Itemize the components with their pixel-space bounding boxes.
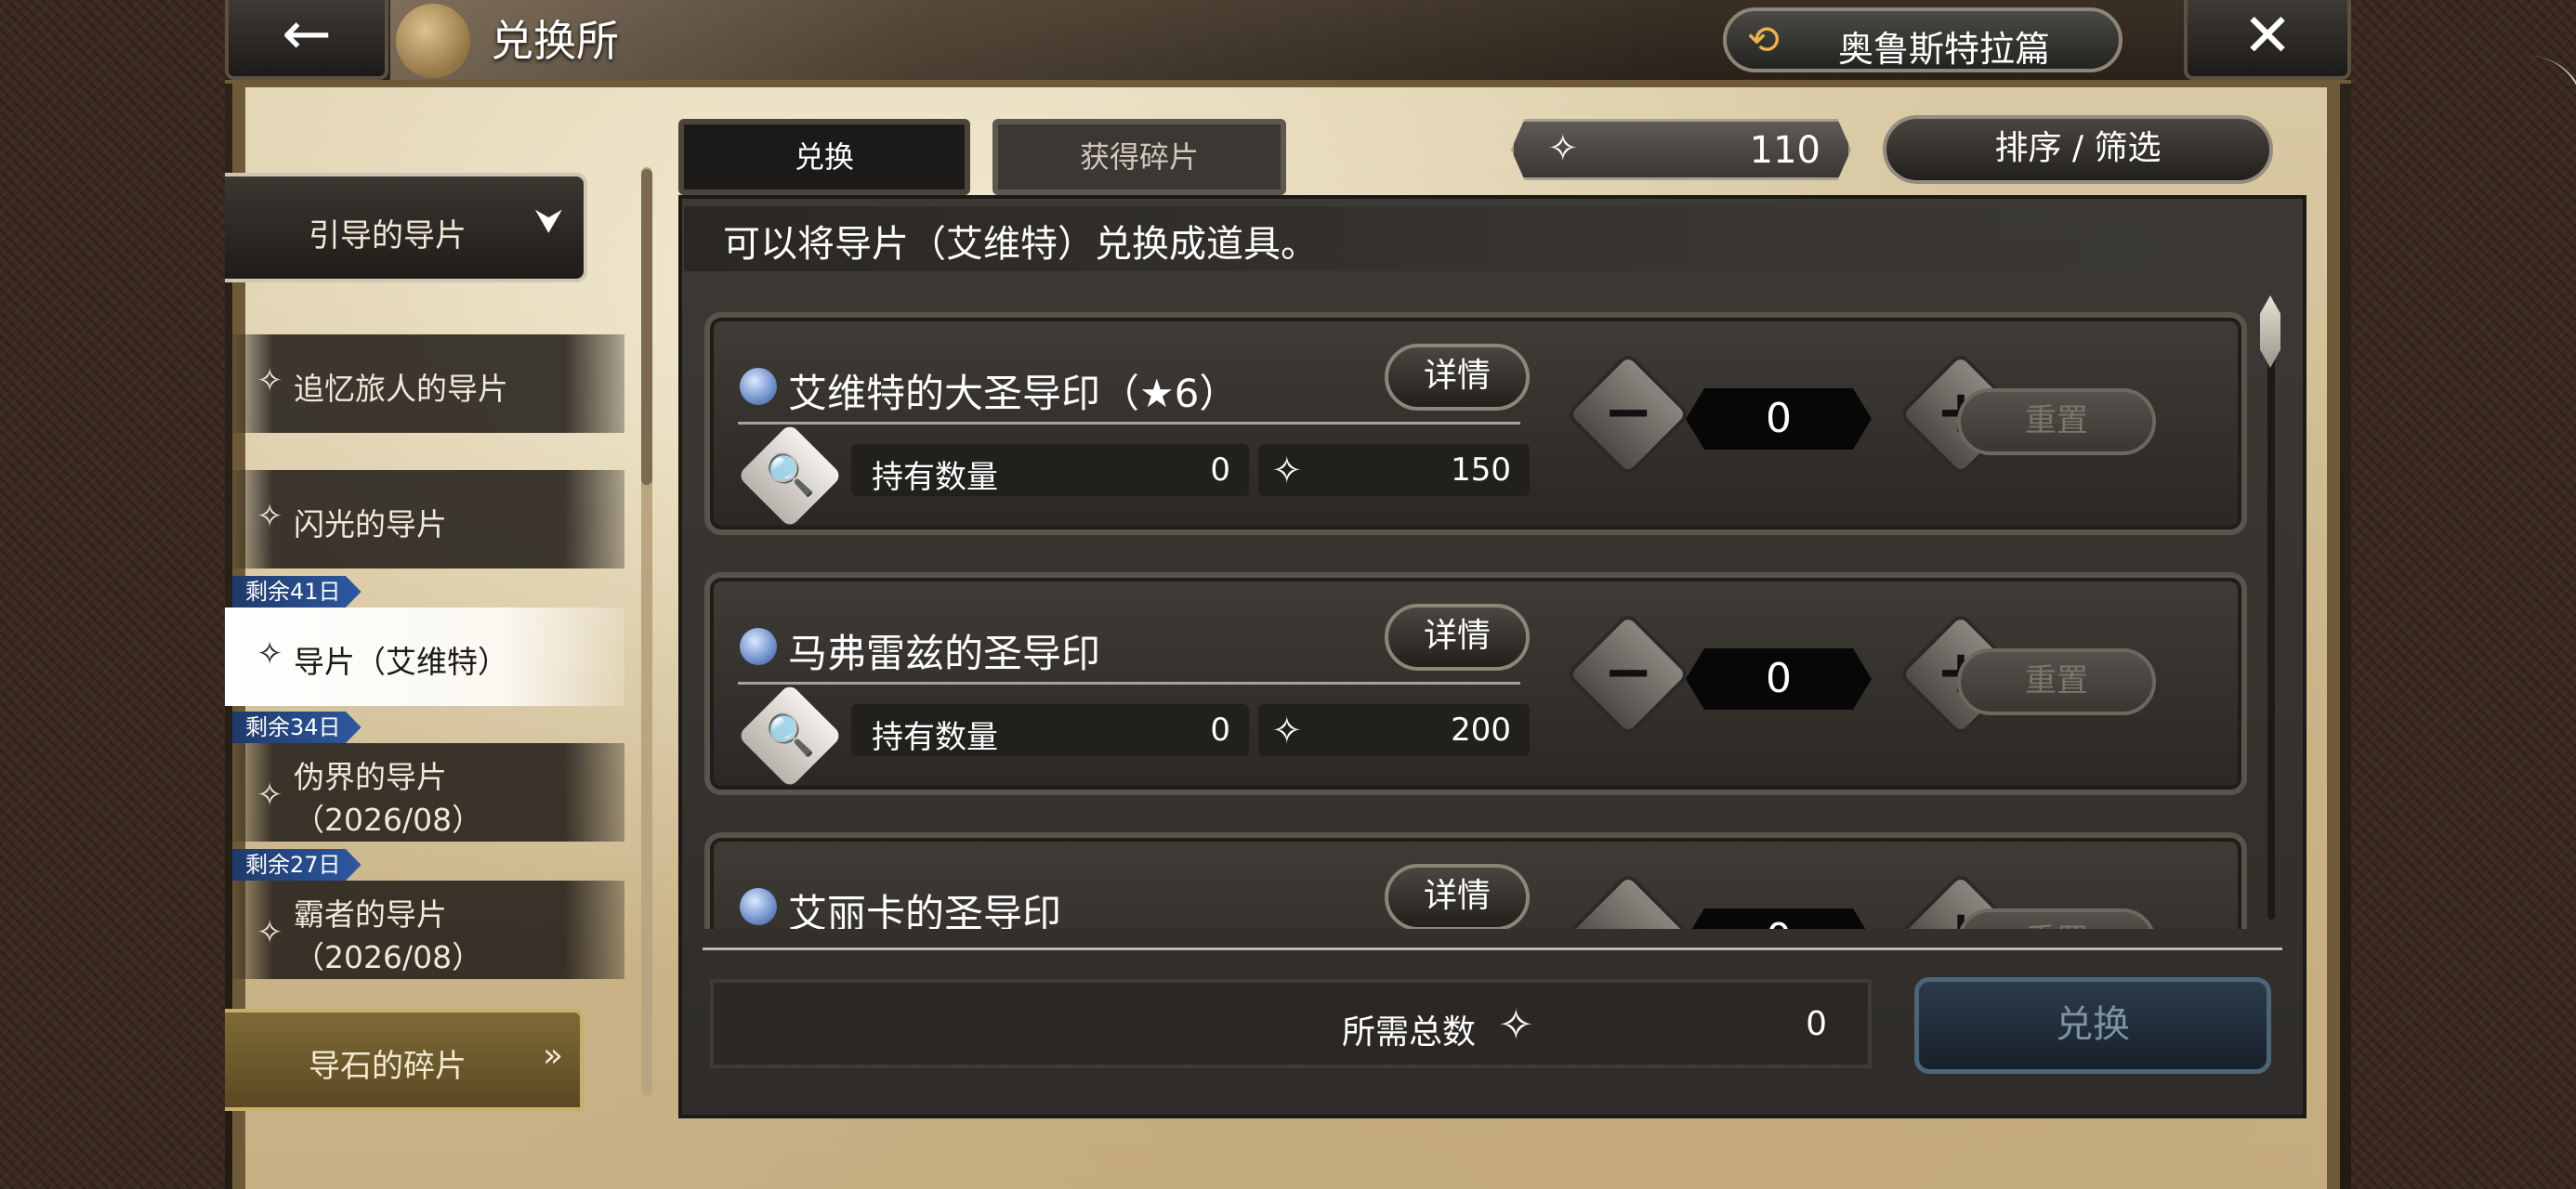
exchange-item-list[interactable]: 艾维特的大圣导印（★6） 详情 🔍 持有数量 0 ✧ 150 − 0 + 重置 … <box>684 275 2264 929</box>
back-button[interactable]: ← <box>225 0 388 80</box>
exchange-item-card: 马弗雷兹的圣导印 详情 🔍 持有数量 0 ✧ 200 − 0 + 重置 <box>704 572 2247 795</box>
cost-box: ✧ 150 <box>1258 444 1530 496</box>
chapter-button[interactable]: ⟲ 奥鲁斯特拉篇 <box>1723 7 2123 72</box>
sidebar-item-traveler-memory[interactable]: ✧ 追忆旅人的导片 <box>225 334 624 433</box>
shard-icon: ✧ <box>1271 450 1303 492</box>
sort-filter-button[interactable]: 排序 / 筛选 <box>1883 115 2273 184</box>
item-name: 艾维特的大圣导印（★6） <box>788 371 1239 416</box>
refresh-icon: ⟲ <box>1747 17 1781 62</box>
total-value: 0 <box>1806 1005 1827 1043</box>
chevron-down-icon: ⮟ <box>534 203 563 241</box>
sidebar-item-conqueror[interactable]: ✧ 霸者的导片 （2026/08） <box>225 881 624 979</box>
close-button[interactable]: ✕ <box>2184 0 2351 80</box>
quantity-value: 0 <box>1686 908 1872 929</box>
reset-button[interactable]: 重置 <box>1957 388 2156 455</box>
divider <box>738 422 1520 425</box>
shard-icon: ✧ <box>1498 1000 1534 1050</box>
gem-icon <box>740 368 777 405</box>
owned-label: 持有数量 <box>872 719 998 756</box>
page-title: 兑换所 <box>491 16 619 66</box>
gem-icon <box>740 628 777 665</box>
minus-icon: − <box>1603 378 1653 447</box>
sidebar-item-label: 霸者的导片 <box>294 896 447 933</box>
shard-icon: ✧ <box>256 635 283 673</box>
exchange-item-card: 艾维特的大圣导印（★6） 详情 🔍 持有数量 0 ✧ 150 − 0 + 重置 <box>704 312 2247 535</box>
cost-box: ✧ 200 <box>1258 704 1530 756</box>
list-scrollbar[interactable] <box>2267 299 2275 920</box>
total-label: 所需总数 <box>1342 1013 1477 1052</box>
sidebar-item-guide-stone-shards[interactable]: 导石的碎片 » <box>225 1009 584 1111</box>
gem-icon <box>740 888 777 925</box>
cost-value: 150 <box>1451 451 1511 489</box>
detail-button[interactable]: 详情 <box>1385 344 1530 411</box>
remaining-days-badge: 剩余27日 <box>232 849 361 881</box>
currency-display: ✧ 110 <box>1511 119 1851 180</box>
total-required-bar: 所需总数 ✧ 0 <box>710 979 1872 1068</box>
device-edge-curve <box>2528 56 2576 260</box>
owned-value: 0 <box>1210 451 1230 489</box>
quantity-value: 0 <box>1686 648 1872 710</box>
shard-icon: ✧ <box>256 498 283 535</box>
remaining-days-badge: 剩余41日 <box>232 576 361 608</box>
decrease-button[interactable]: − <box>1570 356 1687 473</box>
sidebar-item-label: 闪光的导片 <box>294 506 447 542</box>
reset-button[interactable]: 重置 <box>1957 648 2156 715</box>
inspect-button[interactable]: 🔍 <box>737 683 843 789</box>
minus-icon: − <box>1603 638 1653 707</box>
sidebar-footer-label: 导石的碎片 <box>309 1048 467 1085</box>
owned-count: 持有数量 0 <box>851 444 1249 496</box>
shop-emblem-icon <box>396 4 470 78</box>
shard-icon: ✧ <box>1547 127 1579 170</box>
remaining-days-badge: 剩余34日 <box>232 712 361 743</box>
search-icon: 🔍 <box>764 712 816 759</box>
sidebar-item-label: 伪界的导片 <box>294 759 447 795</box>
item-name: 马弗雷兹的圣导印 <box>788 631 1101 676</box>
reset-button[interactable]: 重置 <box>1957 908 2156 929</box>
chevron-right-icon: » <box>542 1037 563 1075</box>
shard-icon: ✧ <box>256 914 283 951</box>
info-text: 可以将导片（艾维特）兑换成道具。 <box>723 223 1318 266</box>
decrease-button[interactable]: − <box>1570 616 1687 733</box>
inspect-button[interactable]: 🔍 <box>737 423 843 529</box>
decrease-button[interactable]: − <box>1570 876 1687 929</box>
shard-icon: ✧ <box>256 362 283 399</box>
search-icon: 🔍 <box>764 451 816 499</box>
sidebar-scroll-thumb[interactable] <box>641 169 652 485</box>
item-name: 艾丽卡的圣导印 <box>788 891 1062 929</box>
exchange-button[interactable]: 兑换 <box>1914 977 2271 1074</box>
detail-button[interactable]: 详情 <box>1385 604 1530 671</box>
cost-value: 200 <box>1451 712 1511 749</box>
sidebar-item-sublabel: （2026/08） <box>294 802 483 838</box>
sidebar-item-label: 导片（艾维特） <box>294 644 508 680</box>
sidebar-category-label: 引导的导片 <box>309 217 467 255</box>
minus-icon: − <box>1587 894 1669 929</box>
close-icon: ✕ <box>2242 2 2293 71</box>
back-arrow-icon: ← <box>282 0 332 69</box>
detail-button[interactable]: 详情 <box>1385 864 1530 929</box>
currency-value: 110 <box>1749 129 1820 172</box>
divider <box>738 682 1520 685</box>
owned-label: 持有数量 <box>872 459 998 496</box>
shard-icon: ✧ <box>256 777 283 814</box>
sidebar-item-flash[interactable]: ✧ 闪光的导片 <box>225 470 624 568</box>
shard-icon: ✧ <box>1271 710 1303 752</box>
sidebar-item-sublabel: （2026/08） <box>294 939 483 975</box>
divider <box>703 947 2282 950</box>
exchange-item-card: 艾丽卡的圣导印 详情 − 0 + 重置 <box>704 832 2247 929</box>
tab-obtain-shards[interactable]: 获得碎片 <box>992 119 1286 195</box>
owned-value: 0 <box>1210 712 1230 749</box>
sidebar-item-evette[interactable]: ✧ 导片（艾维特） <box>225 608 624 706</box>
quantity-value: 0 <box>1686 388 1872 450</box>
sidebar-item-label: 追忆旅人的导片 <box>294 371 508 407</box>
left-side-background <box>0 0 225 1189</box>
tab-exchange[interactable]: 兑换 <box>678 119 970 195</box>
owned-count: 持有数量 0 <box>851 704 1249 756</box>
sidebar-category-dropdown[interactable]: 引导的导片 ⮟ <box>225 173 587 282</box>
sidebar-item-false-world[interactable]: ✧ 伪界的导片 （2026/08） <box>225 743 624 842</box>
chapter-label: 奥鲁斯特拉篇 <box>1838 29 2051 70</box>
